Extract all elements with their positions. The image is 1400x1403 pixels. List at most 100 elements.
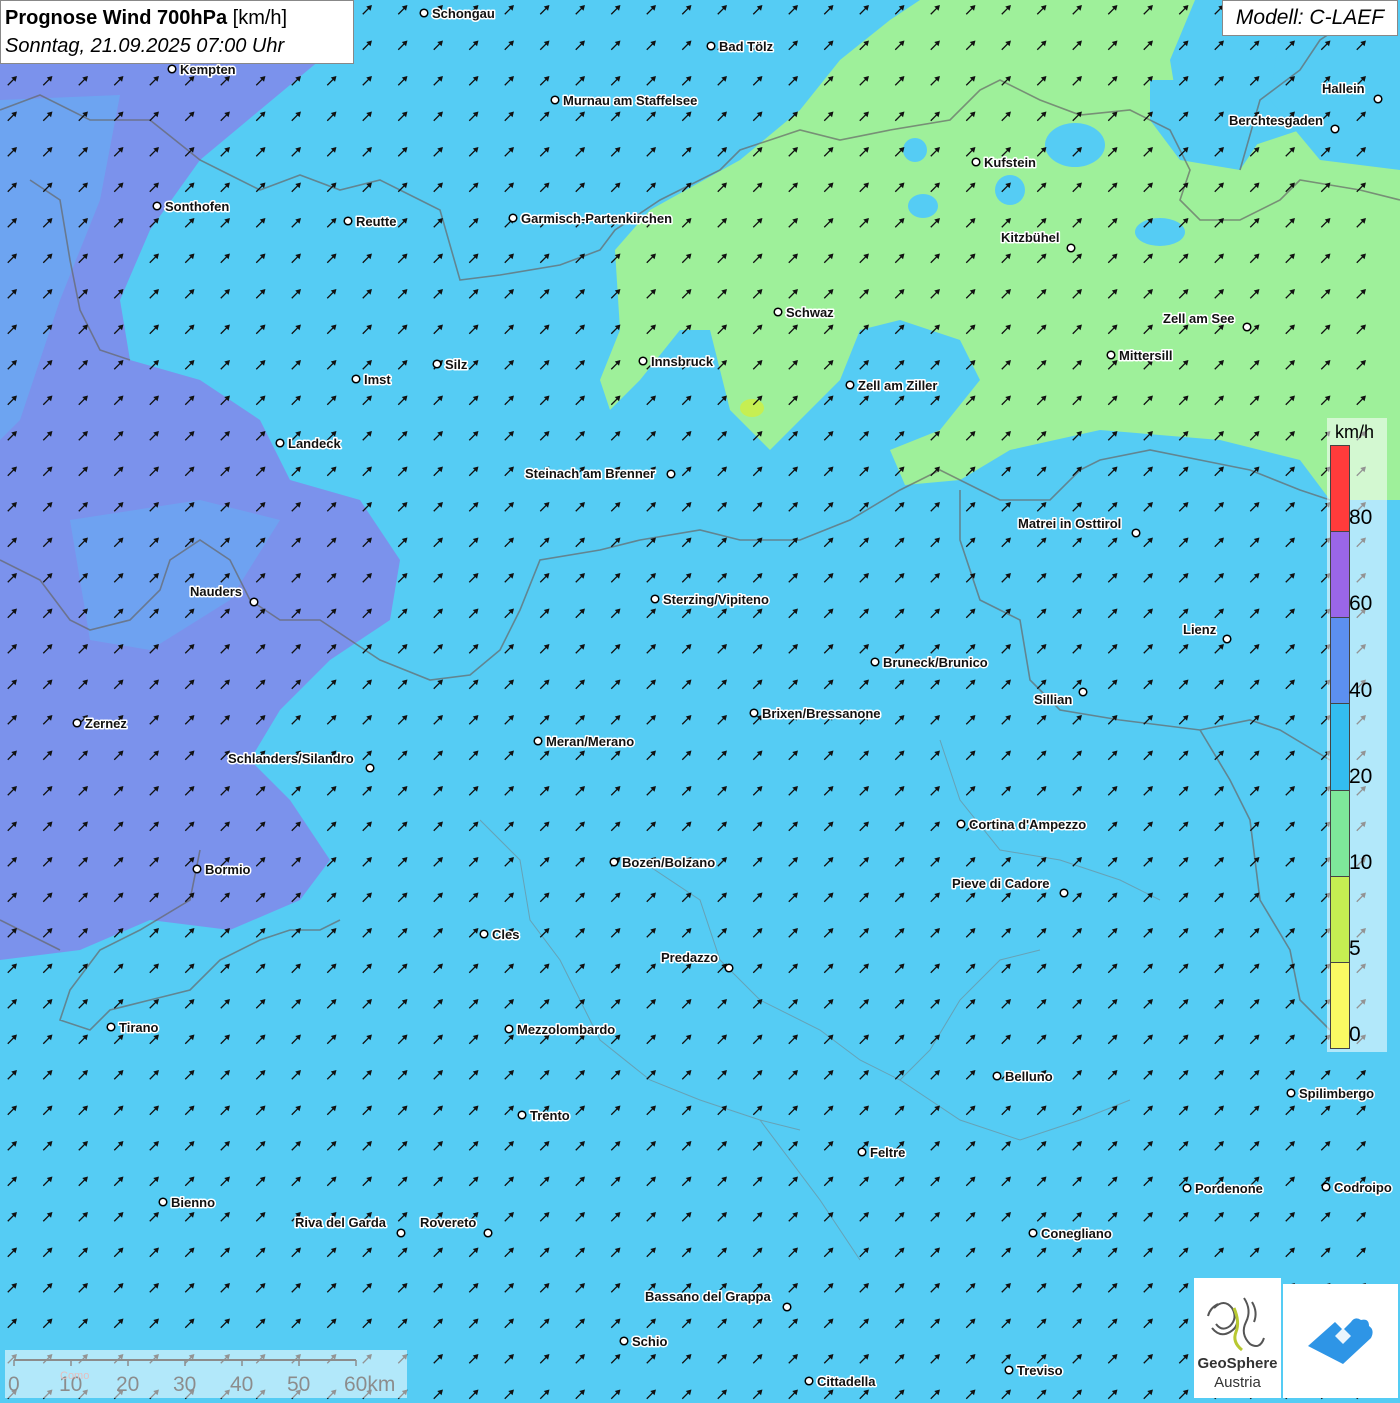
- city-label: Mittersill: [1119, 348, 1172, 363]
- legend-tick-20: 20: [1349, 765, 1373, 788]
- city-dot: [396, 1228, 406, 1238]
- city-dot: [1321, 1182, 1331, 1192]
- city-label: Bad Tölz: [719, 39, 774, 54]
- city-marker[interactable]: Steinach am Brenner: [524, 465, 676, 483]
- wind-map[interactable]: Schongau Bad Tölz Kempten Murnau am Staffel…: [0, 0, 1400, 1400]
- city-label: Nauders: [190, 584, 242, 599]
- city-dot: [419, 8, 429, 18]
- city-dot: [1330, 124, 1340, 134]
- map-title: Prognose Wind 700hPa [km/h]: [5, 4, 349, 32]
- city-label: Schongau: [432, 6, 495, 21]
- city-label: Belluno: [1005, 1069, 1053, 1084]
- city-dot: [1059, 888, 1069, 898]
- city-label: Schio: [632, 1334, 667, 1349]
- city-label: Schwaz: [786, 305, 834, 320]
- city-dot: [158, 1197, 168, 1207]
- map-title-main: Prognose Wind 700hPa: [5, 7, 228, 29]
- city-dot: [72, 718, 82, 728]
- city-dot: [971, 157, 981, 167]
- city-dot: [533, 736, 543, 746]
- map-title-unit: [km/h]: [227, 7, 288, 29]
- city-marker[interactable]: Murnau am Staffelsee: [550, 92, 699, 110]
- city-dot: [550, 95, 560, 105]
- city-dot: [1373, 94, 1383, 104]
- city-dot: [870, 657, 880, 667]
- city-dot: [1222, 634, 1232, 644]
- city-label: Sillian: [1034, 692, 1072, 707]
- legend-tick-60: 60: [1349, 592, 1373, 615]
- city-marker[interactable]: Meran/Merano: [533, 733, 636, 751]
- city-label: Bassano del Grappa: [645, 1289, 771, 1304]
- model-label: Modell: C-LAEF: [1222, 0, 1398, 36]
- city-label: Kitzbühel: [1001, 230, 1060, 245]
- city-dot: [650, 594, 660, 604]
- city-label: Zernez: [85, 716, 127, 731]
- logo-country: Austria: [1214, 1374, 1261, 1391]
- geosphere-logo[interactable]: GeoSphere Austria: [1194, 1278, 1281, 1398]
- city-label: Reutte: [356, 214, 396, 229]
- city-label: Steinach am Brenner: [525, 466, 655, 481]
- city-dot: [638, 356, 648, 366]
- city-marker[interactable]: Brixen/Bressanone: [749, 705, 882, 723]
- legend-segment: [1331, 532, 1349, 619]
- city-dot: [106, 1022, 116, 1032]
- city-marker[interactable]: Bruneck/Brunico: [870, 654, 989, 672]
- city-label: Berchtesgaden: [1229, 113, 1323, 128]
- city-label: Pordenone: [1195, 1181, 1263, 1196]
- city-label: Brixen/Bressanone: [762, 706, 881, 721]
- city-label: Kempten: [180, 62, 236, 77]
- city-dot: [1131, 528, 1141, 538]
- city-label: Matrei in Osttirol: [1018, 516, 1121, 531]
- city-marker[interactable]: Bozen/Bolzano: [609, 854, 717, 872]
- city-marker[interactable]: Sonthofen: [152, 198, 231, 216]
- city-marker[interactable]: Innsbruck: [638, 353, 715, 371]
- city-marker[interactable]: Zell am Ziller: [845, 377, 939, 395]
- city-dot: [517, 1110, 527, 1120]
- city-label: Zell am See: [1163, 311, 1235, 326]
- city-dot: [275, 438, 285, 448]
- blue-patch-6: [908, 194, 938, 218]
- city-label: Schlanders/Silandro: [228, 751, 354, 766]
- legend-segment: [1331, 962, 1349, 1048]
- city-label: Cortina d'Ampezzo: [969, 817, 1086, 832]
- city-marker[interactable]: Cortina d'Ampezzo: [956, 816, 1088, 834]
- city-dot: [167, 64, 177, 74]
- legend-tick-5: 5: [1349, 937, 1361, 960]
- city-marker[interactable]: Garmisch-Partenkirchen: [508, 210, 674, 228]
- city-label: Lienz: [1183, 622, 1217, 637]
- city-marker[interactable]: Spilimbergo: [1286, 1085, 1376, 1103]
- city-label: Bormio: [205, 862, 251, 877]
- city-dot: [343, 216, 353, 226]
- city-label: Cles: [492, 927, 519, 942]
- blue-patch-4: [1135, 218, 1185, 246]
- city-dot: [773, 307, 783, 317]
- legend-tick-80: 80: [1349, 506, 1373, 529]
- city-label: Landeck: [288, 436, 342, 451]
- city-label: Cittadella: [817, 1374, 876, 1389]
- legend-tick-0: 0: [1349, 1023, 1361, 1046]
- city-marker[interactable]: Mezzolombardo: [504, 1021, 617, 1039]
- legend-unit: km/h: [1335, 422, 1375, 442]
- city-label: Mezzolombardo: [517, 1022, 615, 1037]
- city-dot: [857, 1147, 867, 1157]
- city-label: Sterzing/Vipiteno: [663, 592, 769, 607]
- city-label: Tirano: [119, 1020, 159, 1035]
- weather-app-logo[interactable]: [1283, 1284, 1398, 1398]
- city-marker[interactable]: Pordenone: [1182, 1180, 1264, 1198]
- city-marker[interactable]: Sterzing/Vipiteno: [650, 591, 770, 609]
- legend-segment: [1331, 704, 1349, 791]
- yellow-green-spot: [740, 399, 764, 417]
- city-marker[interactable]: Schongau: [419, 5, 496, 23]
- city-dot: [666, 469, 676, 479]
- city-label: Imst: [364, 372, 391, 387]
- city-dot: [1106, 350, 1116, 360]
- city-label: Trento: [530, 1108, 570, 1123]
- city-label: Innsbruck: [651, 354, 714, 369]
- city-dot: [483, 1228, 493, 1238]
- city-dot: [432, 359, 442, 369]
- city-label: Garmisch-Partenkirchen: [521, 211, 672, 226]
- blue-patch-5: [995, 175, 1025, 205]
- city-marker[interactable]: Conegliano: [1028, 1225, 1113, 1243]
- city-label: Treviso: [1017, 1363, 1063, 1378]
- city-dot: [1242, 322, 1252, 332]
